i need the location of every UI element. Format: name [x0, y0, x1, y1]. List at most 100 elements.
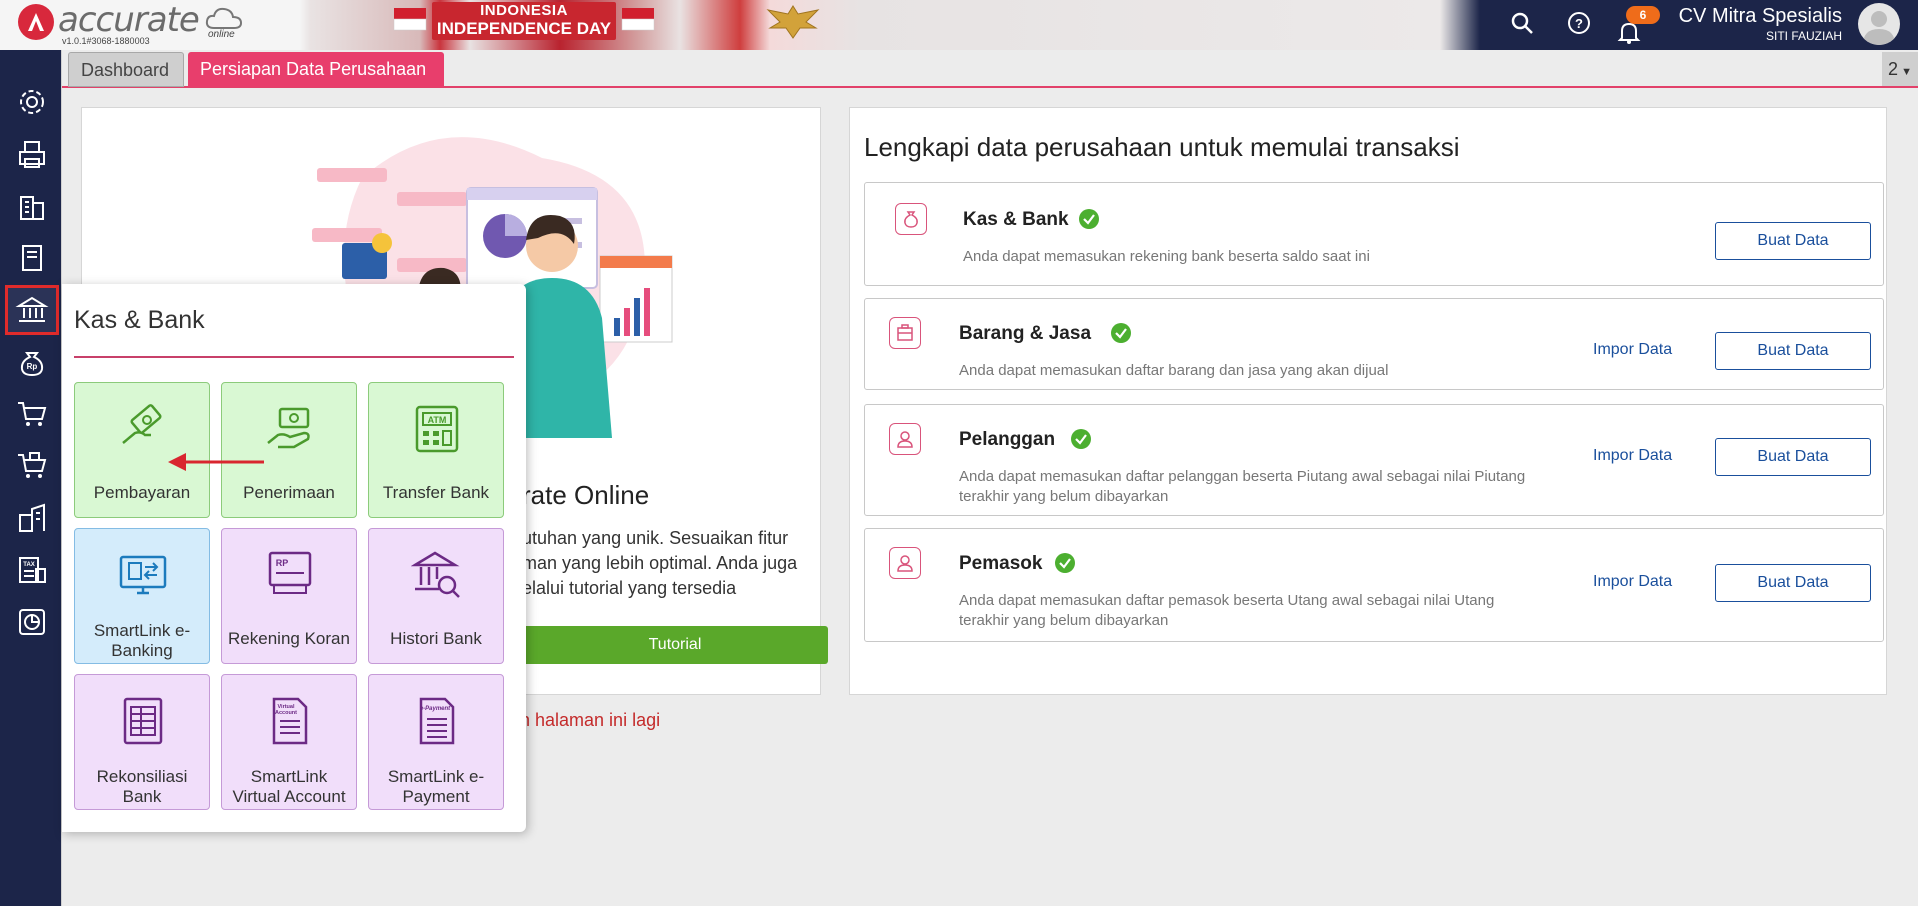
- user-name: SITI FAUZIAH: [1765, 29, 1842, 43]
- tab-count-dropdown[interactable]: 2 ▼: [1882, 52, 1918, 86]
- banner-line-2: INDEPENDENCE DAY: [436, 19, 612, 38]
- buat-data-button[interactable]: Buat Data: [1715, 564, 1871, 602]
- check-icon: [1071, 429, 1091, 449]
- epayment-icon: e-Payment: [419, 697, 455, 745]
- user-icon: [897, 555, 913, 572]
- item-description: Anda dapat memasukan daftar barang dan j…: [959, 362, 1389, 379]
- notification-badge: 6: [1626, 6, 1660, 24]
- svg-text:?: ?: [1575, 16, 1583, 31]
- flyout-title: Kas & Bank: [74, 306, 205, 334]
- tile-smartlink-virtual-account[interactable]: Virtual Account SmartLink Virtual Account: [221, 674, 357, 810]
- impor-data-link[interactable]: Impor Data: [1593, 573, 1672, 591]
- item-description: Anda dapat memasukan daftar pelanggan be…: [959, 468, 1526, 505]
- pelanggan-item-icon: [889, 423, 921, 455]
- item-name: Pelanggan: [959, 429, 1056, 450]
- tile-label: SmartLink e-Banking: [93, 621, 191, 660]
- gear-icon: [20, 90, 44, 114]
- sidebar-item-tax[interactable]: TAX: [6, 546, 58, 594]
- search-icon[interactable]: [1509, 10, 1535, 36]
- sidebar-item-reports[interactable]: [6, 598, 58, 646]
- tile-rekonsiliasi-bank[interactable]: Rekonsiliasi Bank: [74, 674, 210, 810]
- tile-smartlink-epayment[interactable]: e-Payment SmartLink e-Payment: [368, 674, 504, 810]
- sidebar-item-purchase[interactable]: [6, 442, 58, 490]
- independence-day-banner: INDONESIA INDEPENDENCE DAY: [432, 2, 616, 40]
- user-icon: [897, 431, 913, 448]
- tile-transfer-bank[interactable]: ATM Transfer Bank: [368, 382, 504, 518]
- sidebar-item-settings[interactable]: [6, 78, 58, 126]
- tax-icon: TAX: [19, 557, 46, 583]
- cart-icon: [18, 402, 47, 426]
- tab-count: 2: [1888, 59, 1899, 79]
- sidebar-item-receivable[interactable]: Rp: [6, 338, 58, 386]
- statement-icon: RP: [268, 551, 312, 594]
- setup-title: Lengkapi data perusahaan untuk memulai t…: [864, 132, 1460, 162]
- avatar[interactable]: [1858, 3, 1900, 45]
- building-icon: [20, 196, 44, 220]
- setup-item-kas-bank: Kas & Bank Anda dapat memasukan rekening…: [864, 182, 1884, 286]
- bank-icon: [15, 296, 49, 322]
- sidebar-item-company[interactable]: [6, 182, 58, 230]
- printer-icon: [19, 141, 45, 168]
- chevron-down-icon: ▼: [1898, 66, 1912, 78]
- check-icon: [1111, 323, 1131, 343]
- tile-label: Histori Bank: [390, 629, 482, 648]
- item-name: Kas & Bank: [963, 209, 1069, 230]
- svg-text:TAX: TAX: [23, 562, 35, 568]
- setup-item-barang-jasa: Barang & Jasa Anda dapat memasukan dafta…: [864, 298, 1884, 390]
- chart-icon: [19, 609, 45, 635]
- svg-text:Rp: Rp: [27, 362, 38, 371]
- sidebar-item-sales[interactable]: [6, 390, 58, 438]
- check-icon: [1055, 553, 1075, 573]
- cloud-icon: [205, 7, 243, 29]
- impor-data-link[interactable]: Impor Data: [1593, 447, 1672, 465]
- svg-text:ATM: ATM: [428, 415, 447, 425]
- box-icon: [897, 324, 913, 341]
- tutorial-button[interactable]: Tutorial: [522, 626, 828, 664]
- help-icon[interactable]: ?: [1566, 10, 1592, 36]
- tile-label: Transfer Bank: [382, 483, 490, 502]
- buat-data-button[interactable]: Buat Data: [1715, 438, 1871, 476]
- flyout-divider: [74, 356, 514, 358]
- sidebar-item-kas-bank[interactable]: [5, 285, 59, 335]
- tile-rekening-koran[interactable]: RP Rekening Koran: [221, 528, 357, 664]
- sidebar-item-ledger[interactable]: [6, 234, 58, 282]
- tile-label: Rekening Koran: [228, 629, 350, 648]
- buat-data-button[interactable]: Buat Data: [1715, 222, 1871, 260]
- tab-dashboard[interactable]: Dashboard: [68, 52, 184, 87]
- tile-label: SmartLink e-Payment: [387, 767, 485, 806]
- bank-history-icon: [411, 551, 460, 598]
- warehouse-icon: [19, 503, 45, 532]
- app-version: v1.0.1#3068-1880003: [62, 36, 150, 46]
- banner-line-1: INDONESIA: [480, 2, 568, 19]
- welcome-description: utuhan yang unik. Sesuaikan fitur man ya…: [522, 528, 798, 598]
- hide-page-link[interactable]: n halaman ini lagi: [520, 710, 660, 731]
- annotation-arrow-icon: [168, 453, 264, 471]
- tab-persiapan-data[interactable]: Persiapan Data Perusahaan: [188, 52, 444, 87]
- buat-data-button[interactable]: Buat Data: [1715, 332, 1871, 370]
- top-bar: accurate online v1.0.1#3068-1880003 INDO…: [0, 0, 1918, 50]
- kas-bank-item-icon: [895, 203, 927, 235]
- tile-label: SmartLink Virtual Account: [232, 767, 346, 806]
- tile-smartlink-ebanking[interactable]: SmartLink e-Banking: [74, 528, 210, 664]
- flag-icon: [621, 8, 655, 31]
- setup-item-pemasok: Pemasok Anda dapat memasukan daftar pema…: [864, 528, 1884, 642]
- accurate-logo-icon[interactable]: [18, 4, 54, 40]
- setup-item-pelanggan: Pelanggan Anda dapat memasukan daftar pe…: [864, 404, 1884, 516]
- item-description: Anda dapat memasukan daftar pemasok bese…: [959, 592, 1495, 629]
- company-name[interactable]: CV Mitra Spesialis: [1679, 5, 1842, 28]
- svg-text:Account: Account: [275, 710, 297, 716]
- tile-label: Rekonsiliasi Bank: [96, 767, 188, 806]
- sidebar-item-inventory[interactable]: [6, 494, 58, 542]
- tile-histori-bank[interactable]: Histori Bank: [368, 528, 504, 664]
- ebanking-icon: [119, 555, 167, 595]
- impor-data-link[interactable]: Impor Data: [1593, 341, 1672, 359]
- receive-money-icon: [267, 407, 310, 449]
- garuda-icon: [766, 5, 820, 39]
- barang-jasa-item-icon: [889, 317, 921, 349]
- pemasok-item-icon: [889, 547, 921, 579]
- payment-hand-icon: [122, 404, 162, 444]
- svg-text:RP: RP: [276, 558, 289, 568]
- sidebar-item-printer[interactable]: [6, 130, 58, 178]
- welcome-title: rate Online: [522, 480, 650, 510]
- setup-card: Lengkapi data perusahaan untuk memulai t…: [849, 107, 1887, 695]
